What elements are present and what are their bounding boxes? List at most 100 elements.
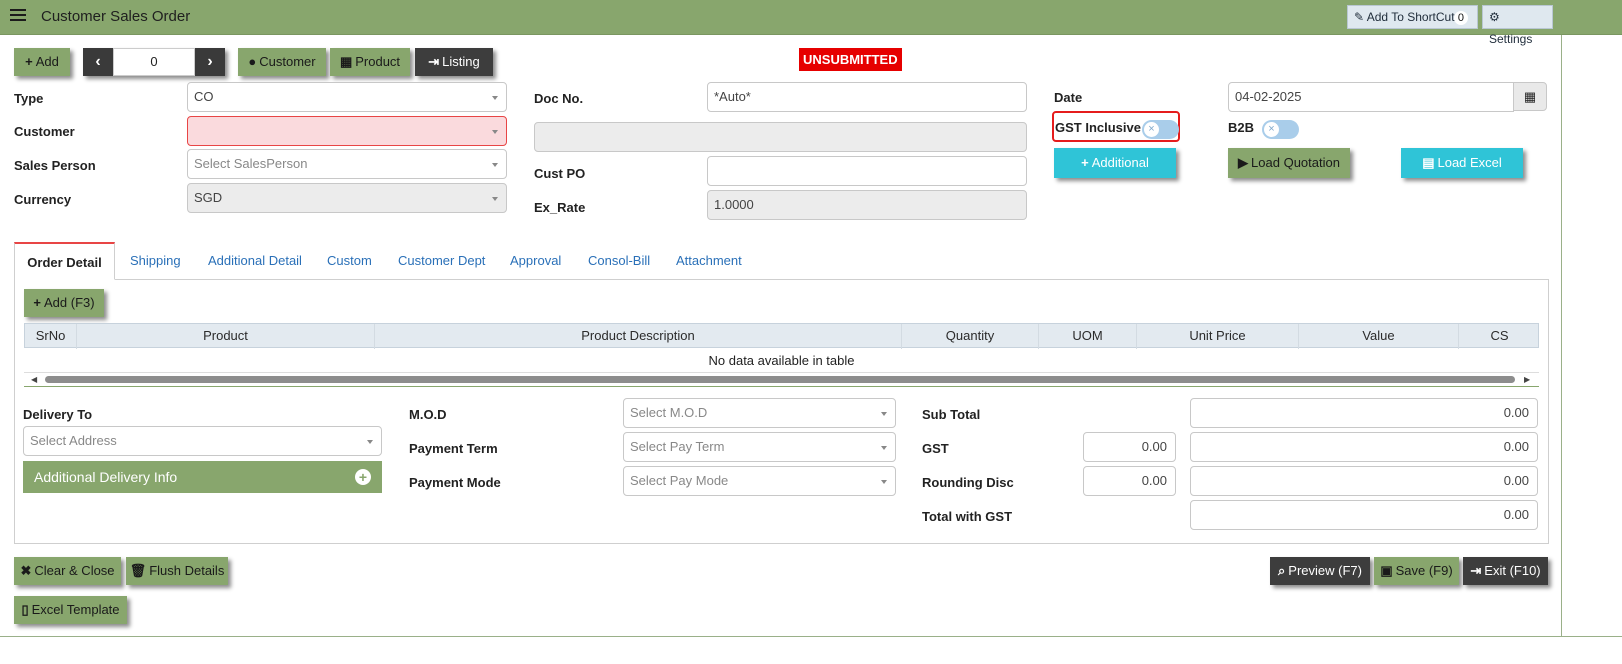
tab-consol-bill[interactable]: Consol-Bill [588,242,650,280]
customer-select[interactable] [187,116,507,146]
exit-label: Exit (F10) [1484,563,1541,578]
additional-label: Additional [1091,155,1149,170]
flush-details-label: Flush Details [149,563,225,578]
add-line-button[interactable]: + Add (F3) [24,289,104,317]
subtotal-label: Sub Total [922,407,981,422]
save-icon: ▣ [1380,563,1393,578]
sign-out-icon: ⇥ [428,54,440,69]
file-excel-icon: ▤ [1422,155,1435,170]
scroll-right-icon[interactable]: ▶ [1524,373,1530,387]
excel-template-button[interactable]: ▯ Excel Template [14,596,127,624]
customer-button-label: Customer [259,54,316,69]
salesperson-select[interactable]: Select SalesPerson [187,149,507,179]
tab-customer-dept[interactable]: Customer Dept [398,242,485,280]
date-label: Date [1054,90,1083,105]
app-window: Customer Sales Order ✎ Add To ShortCut 0… [0,0,1622,664]
add-button[interactable]: + Add [14,48,70,76]
gst-value-field[interactable]: 0.00 [1190,432,1538,462]
user-icon: ● [248,54,257,69]
custpo-field[interactable] [707,156,1027,186]
record-number-field[interactable]: 0 [113,48,195,76]
customer-name-field [534,122,1027,152]
exrate-label: Ex_Rate [534,200,586,215]
salesperson-placeholder: Select SalesPerson [194,156,308,171]
bottom-border [0,636,1622,637]
product-button[interactable]: ▦ Product [330,48,410,76]
type-select[interactable]: CO [187,82,507,112]
gst-inclusive-toggle[interactable]: × [1142,120,1179,139]
column-header-cs[interactable]: CS [1459,324,1540,349]
additional-delivery-info-panel[interactable]: Additional Delivery Info + [23,461,382,493]
column-header-product[interactable]: Product [77,324,375,349]
preview-button[interactable]: ⌕ Preview (F7) [1270,557,1370,585]
column-header-unit-price[interactable]: Unit Price [1137,324,1299,349]
sign-out-icon: ⇥ [1470,563,1482,578]
customer-label: Customer [14,124,75,139]
tab-attachment[interactable]: Attachment [676,242,742,280]
clear-close-button[interactable]: ✖ Clear & Close [14,557,121,585]
payment-mode-select[interactable]: Select Pay Mode [623,466,896,496]
gear-icon: ⚙ [1489,10,1500,24]
plus-circle-icon[interactable]: + [355,469,371,485]
tab-order-detail[interactable]: Order Detail [14,242,115,280]
tab-custom[interactable]: Custom [327,242,372,280]
column-header-uom[interactable]: UOM [1039,324,1137,349]
tab-additional-detail[interactable]: Additional Detail [208,242,302,280]
payment-term-select[interactable]: Select Pay Term [623,432,896,462]
docno-field[interactable]: *Auto* [707,82,1027,112]
subtotal-field[interactable]: 0.00 [1190,398,1538,428]
load-quotation-label: Load Quotation [1251,155,1340,170]
column-header-quantity[interactable]: Quantity [902,324,1039,349]
record-navigator: ‹ 0 › [83,48,225,76]
product-button-label: Product [355,54,401,69]
payment-term-label: Payment Term [409,441,498,456]
rounding-value-field[interactable]: 0.00 [1190,466,1538,496]
load-quotation-button[interactable]: ▶ Load Quotation [1228,148,1350,178]
flush-details-button[interactable]: 🗑 Flush Details [126,557,228,585]
currency-label: Currency [14,192,72,207]
additional-delivery-info-label: Additional Delivery Info [34,469,178,485]
add-line-label: Add (F3) [44,295,95,310]
exit-button[interactable]: ⇥ Exit (F10) [1463,557,1548,585]
total-with-gst-label: Total with GST [922,509,1013,524]
listing-button[interactable]: ⇥ Listing [415,48,493,76]
b2b-toggle[interactable]: × [1262,120,1299,139]
gst-rate-field[interactable]: 0.00 [1083,432,1176,462]
tab-shipping[interactable]: Shipping [130,242,181,280]
chevron-left-icon[interactable]: ‹ [83,48,113,76]
exrate-value: 1.0000 [714,197,754,212]
column-header-description[interactable]: Product Description [375,324,902,349]
column-header-value[interactable]: Value [1299,324,1459,349]
load-excel-button[interactable]: ▤ Load Excel [1401,148,1523,178]
shortcut-label: Add To ShortCut [1366,10,1455,24]
save-button[interactable]: ▣ Save (F9) [1374,557,1459,585]
exrate-field[interactable]: 1.0000 [707,190,1027,220]
delivery-address-select[interactable]: Select Address [23,426,382,456]
currency-value: SGD [194,190,223,205]
table-horizontal-scrollbar[interactable]: ◀ ▶ [24,373,1539,387]
scroll-left-icon[interactable]: ◀ [31,373,37,387]
rounding-rate-field[interactable]: 0.00 [1083,466,1176,496]
excel-template-label: Excel Template [31,602,120,617]
additional-button[interactable]: + Additional [1054,148,1176,178]
docno-value: *Auto* [714,89,751,104]
column-header-srno[interactable]: SrNo [25,324,77,349]
total-with-gst-field[interactable]: 0.00 [1190,500,1538,530]
settings-button[interactable]: ⚙ Settings [1482,5,1553,46]
hamburger-menu-icon[interactable] [10,9,26,25]
tab-approval[interactable]: Approval [510,242,561,280]
payment-term-placeholder: Select Pay Term [630,439,725,454]
add-to-shortcut-button[interactable]: ✎ Add To ShortCut 0 [1347,5,1478,29]
date-field[interactable]: 04-02-2025 [1228,82,1514,112]
scrollbar-thumb[interactable] [45,376,1515,383]
mod-select[interactable]: Select M.O.D [623,398,896,428]
shortcut-count-badge: 0 [1453,11,1469,25]
chevron-right-icon[interactable]: › [195,48,225,76]
gst-inclusive-label: GST Inclusive [1055,120,1141,135]
customer-button[interactable]: ● Customer [238,48,326,76]
payment-mode-label: Payment Mode [409,475,501,490]
currency-select[interactable]: SGD [187,183,507,213]
type-label: Type [14,91,44,106]
calendar-icon[interactable]: ▦ [1513,82,1547,111]
add-label: Add [35,54,59,69]
